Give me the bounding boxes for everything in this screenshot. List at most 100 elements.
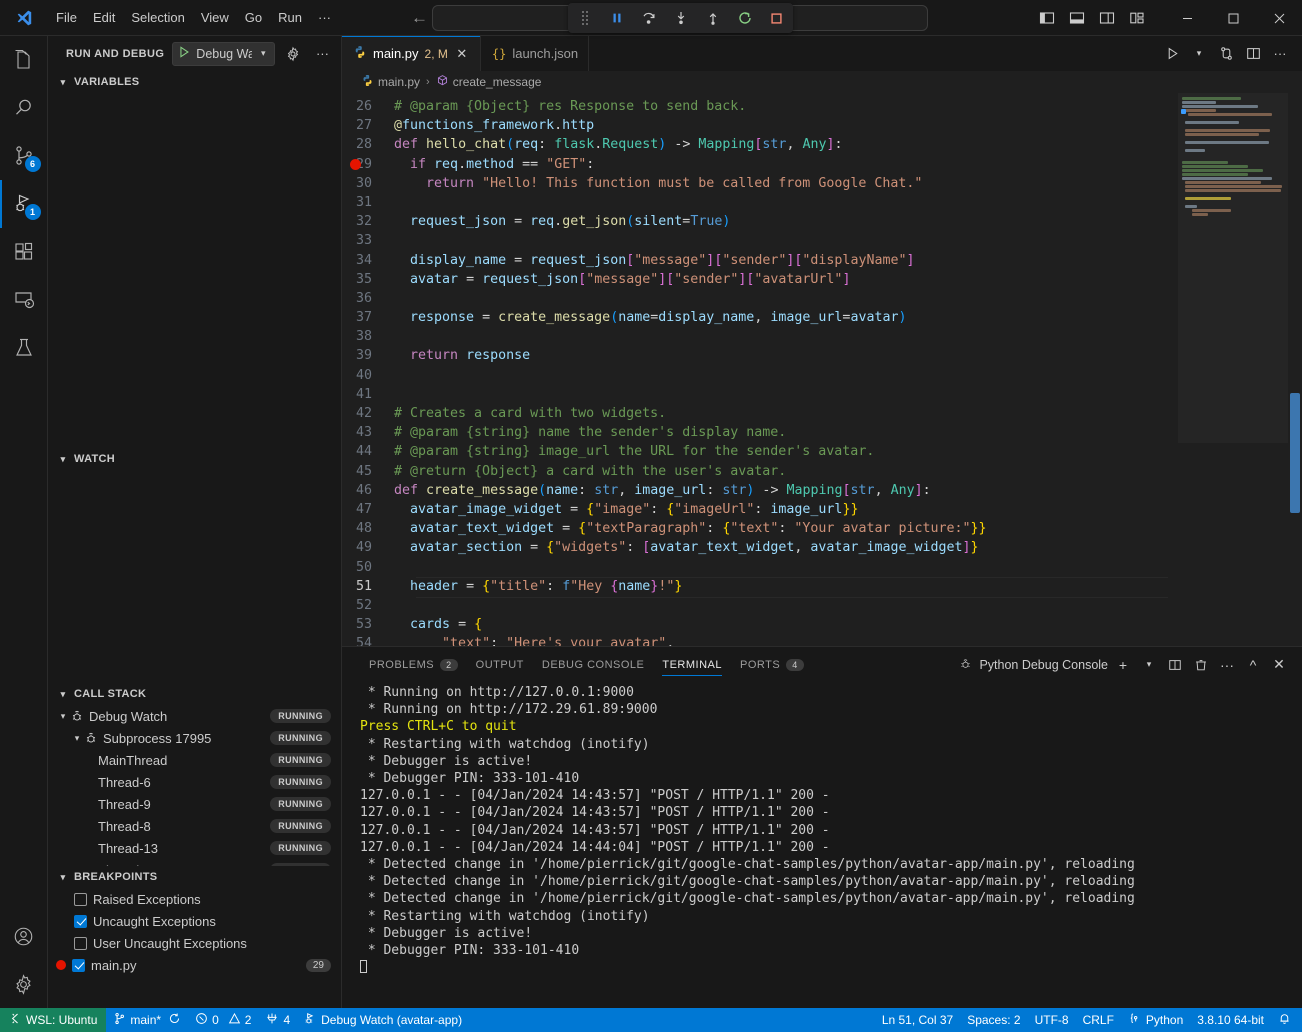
call-stack-row[interactable]: Thread-9RUNNING (48, 793, 341, 815)
panel-tab-debug-console[interactable]: DEBUG CONSOLE (533, 647, 653, 682)
customize-layout-icon[interactable] (1124, 6, 1150, 30)
editor-scrollbar[interactable] (1288, 93, 1302, 646)
collapse-panel-icon[interactable]: ^ (1242, 654, 1264, 676)
debug-toolbar-grip-handle[interactable] (575, 9, 594, 28)
pause-icon[interactable] (607, 9, 626, 28)
terminal-output[interactable]: * Running on http://127.0.0.1:9000 * Run… (342, 682, 1302, 1008)
status-notifications[interactable] (1271, 1008, 1298, 1032)
run-dropdown-icon[interactable]: ▾ (1187, 42, 1211, 66)
breadcrumb-file[interactable]: main.py (361, 74, 420, 90)
activity-accounts[interactable] (0, 912, 48, 960)
restart-icon[interactable] (735, 9, 754, 28)
status-eol[interactable]: CRLF (1076, 1008, 1121, 1032)
active-terminal-name[interactable]: Python Debug Console (958, 656, 1108, 674)
source-code[interactable]: 26# @param {Object} res Response to send… (342, 93, 1178, 646)
breakpoint-checkbox[interactable] (74, 893, 87, 906)
call-stack-row[interactable]: Thread-6RUNNING (48, 771, 341, 793)
menu-edit[interactable]: Edit (85, 6, 123, 29)
menu-go[interactable]: Go (237, 6, 270, 29)
status-cursor-position[interactable]: Ln 51, Col 37 (875, 1008, 960, 1032)
terminal-dropdown-icon[interactable]: ▾ (1138, 654, 1160, 676)
step-out-icon[interactable] (703, 9, 722, 28)
activity-explorer[interactable] (0, 36, 48, 84)
go-back-icon[interactable]: ← (411, 9, 428, 26)
window-close-button[interactable] (1256, 0, 1302, 36)
call-stack-row[interactable]: MainThreadRUNNING (48, 749, 341, 771)
split-editor-icon[interactable] (1241, 42, 1265, 66)
breakpoint-row[interactable]: User Uncaught Exceptions (48, 932, 341, 954)
window-maximize-button[interactable] (1210, 0, 1256, 36)
panel-tab-terminal[interactable]: TERMINAL (653, 647, 731, 682)
status-encoding[interactable]: UTF-8 (1028, 1008, 1076, 1032)
split-compare-icon[interactable] (1214, 42, 1238, 66)
breadcrumb-symbol[interactable]: create_message (436, 74, 542, 90)
toggle-panel-icon[interactable] (1064, 6, 1090, 30)
panel-tab-ports[interactable]: PORTS4 (731, 647, 813, 682)
status-remote-host[interactable]: WSL: Ubuntu (0, 1008, 106, 1032)
code-view[interactable]: 26# @param {Object} res Response to send… (342, 93, 1178, 646)
panel-tab-problems[interactable]: PROBLEMS2 (360, 647, 467, 682)
minimap[interactable] (1178, 93, 1288, 646)
activity-remote-explorer[interactable] (0, 276, 48, 324)
minimap-slider[interactable] (1178, 93, 1288, 443)
sync-icon[interactable] (168, 1012, 181, 1028)
status-branch[interactable]: main* (106, 1008, 188, 1032)
status-indentation[interactable]: Spaces: 2 (960, 1008, 1027, 1032)
editor-breakpoint-icon[interactable] (350, 159, 361, 170)
status-problems[interactable]: 0 2 (188, 1008, 258, 1032)
call-stack-row[interactable]: ▾Debug WatchRUNNING (48, 705, 341, 727)
toggle-secondary-sidebar-icon[interactable] (1094, 6, 1120, 30)
section-watch[interactable]: ▾ WATCH (48, 448, 341, 470)
editor-scrollbar-thumb[interactable] (1290, 393, 1300, 513)
call-stack-row[interactable]: ▾Subprocess 17995RUNNING (48, 727, 341, 749)
tab-launch-json[interactable]: {} launch.json (481, 36, 589, 71)
status-language-mode[interactable]: Python (1121, 1008, 1190, 1032)
activity-source-control[interactable]: 6 (0, 132, 48, 180)
tab-main-py[interactable]: main.py 2, M ✕ (342, 36, 481, 71)
chevron-down-icon[interactable]: ▾ (56, 711, 70, 722)
activity-manage-settings[interactable] (0, 960, 48, 1008)
activity-run-and-debug[interactable]: 1 (0, 180, 48, 228)
kill-terminal-icon[interactable] (1190, 654, 1212, 676)
editor-more-actions-icon[interactable]: ··· (1268, 42, 1292, 66)
chevron-down-icon[interactable]: ▾ (70, 733, 84, 744)
status-ports[interactable]: 4 (258, 1008, 297, 1032)
window-minimize-button[interactable] (1164, 0, 1210, 36)
status-interpreter-version[interactable]: 3.8.10 64-bit (1190, 1008, 1271, 1032)
toggle-primary-sidebar-icon[interactable] (1034, 6, 1060, 30)
section-call-stack[interactable]: ▾ CALL STACK (48, 683, 341, 705)
menu-view[interactable]: View (193, 6, 237, 29)
close-panel-icon[interactable]: ✕ (1268, 654, 1290, 676)
activity-testing[interactable] (0, 324, 48, 372)
chevron-down-icon[interactable]: ▾ (257, 48, 270, 59)
breakpoint-row[interactable]: main.py29 (48, 954, 341, 976)
activity-extensions[interactable] (0, 228, 48, 276)
breakpoint-checkbox[interactable] (72, 959, 85, 972)
stop-icon[interactable] (767, 9, 786, 28)
menu-run[interactable]: Run (270, 6, 310, 29)
close-icon[interactable]: ✕ (454, 46, 470, 62)
run-python-file-icon[interactable] (1160, 42, 1184, 66)
open-launch-settings-icon[interactable] (283, 43, 304, 65)
start-debug-icon[interactable] (177, 45, 191, 62)
menu-file[interactable]: File (48, 6, 85, 29)
step-into-icon[interactable] (671, 9, 690, 28)
call-stack-row[interactable]: Thread-8RUNNING (48, 815, 341, 837)
call-stack-row[interactable]: Thread-13RUNNING (48, 837, 341, 859)
breakpoint-row[interactable]: Raised Exceptions (48, 888, 341, 910)
breakpoint-checkbox[interactable] (74, 915, 87, 928)
call-stack-row[interactable]: Thread-12RUNNING (48, 859, 341, 866)
status-debug-session[interactable]: Debug Watch (avatar-app) (297, 1008, 469, 1032)
section-breakpoints[interactable]: ▾ BREAKPOINTS (48, 866, 341, 888)
menu-more[interactable]: ··· (310, 6, 339, 29)
menu-selection[interactable]: Selection (123, 6, 192, 29)
step-over-icon[interactable] (639, 9, 658, 28)
breakpoint-row[interactable]: Uncaught Exceptions (48, 910, 341, 932)
panel-tab-output[interactable]: OUTPUT (467, 647, 533, 682)
launch-configuration-dropdown[interactable]: Debug Wa ▾ (172, 42, 275, 66)
sidebar-more-actions-icon[interactable]: ··· (312, 43, 333, 65)
section-variables[interactable]: ▾ VARIABLES (48, 71, 341, 93)
panel-more-actions-icon[interactable]: ··· (1216, 654, 1238, 676)
split-terminal-icon[interactable] (1164, 654, 1186, 676)
new-terminal-icon[interactable]: + (1112, 654, 1134, 676)
